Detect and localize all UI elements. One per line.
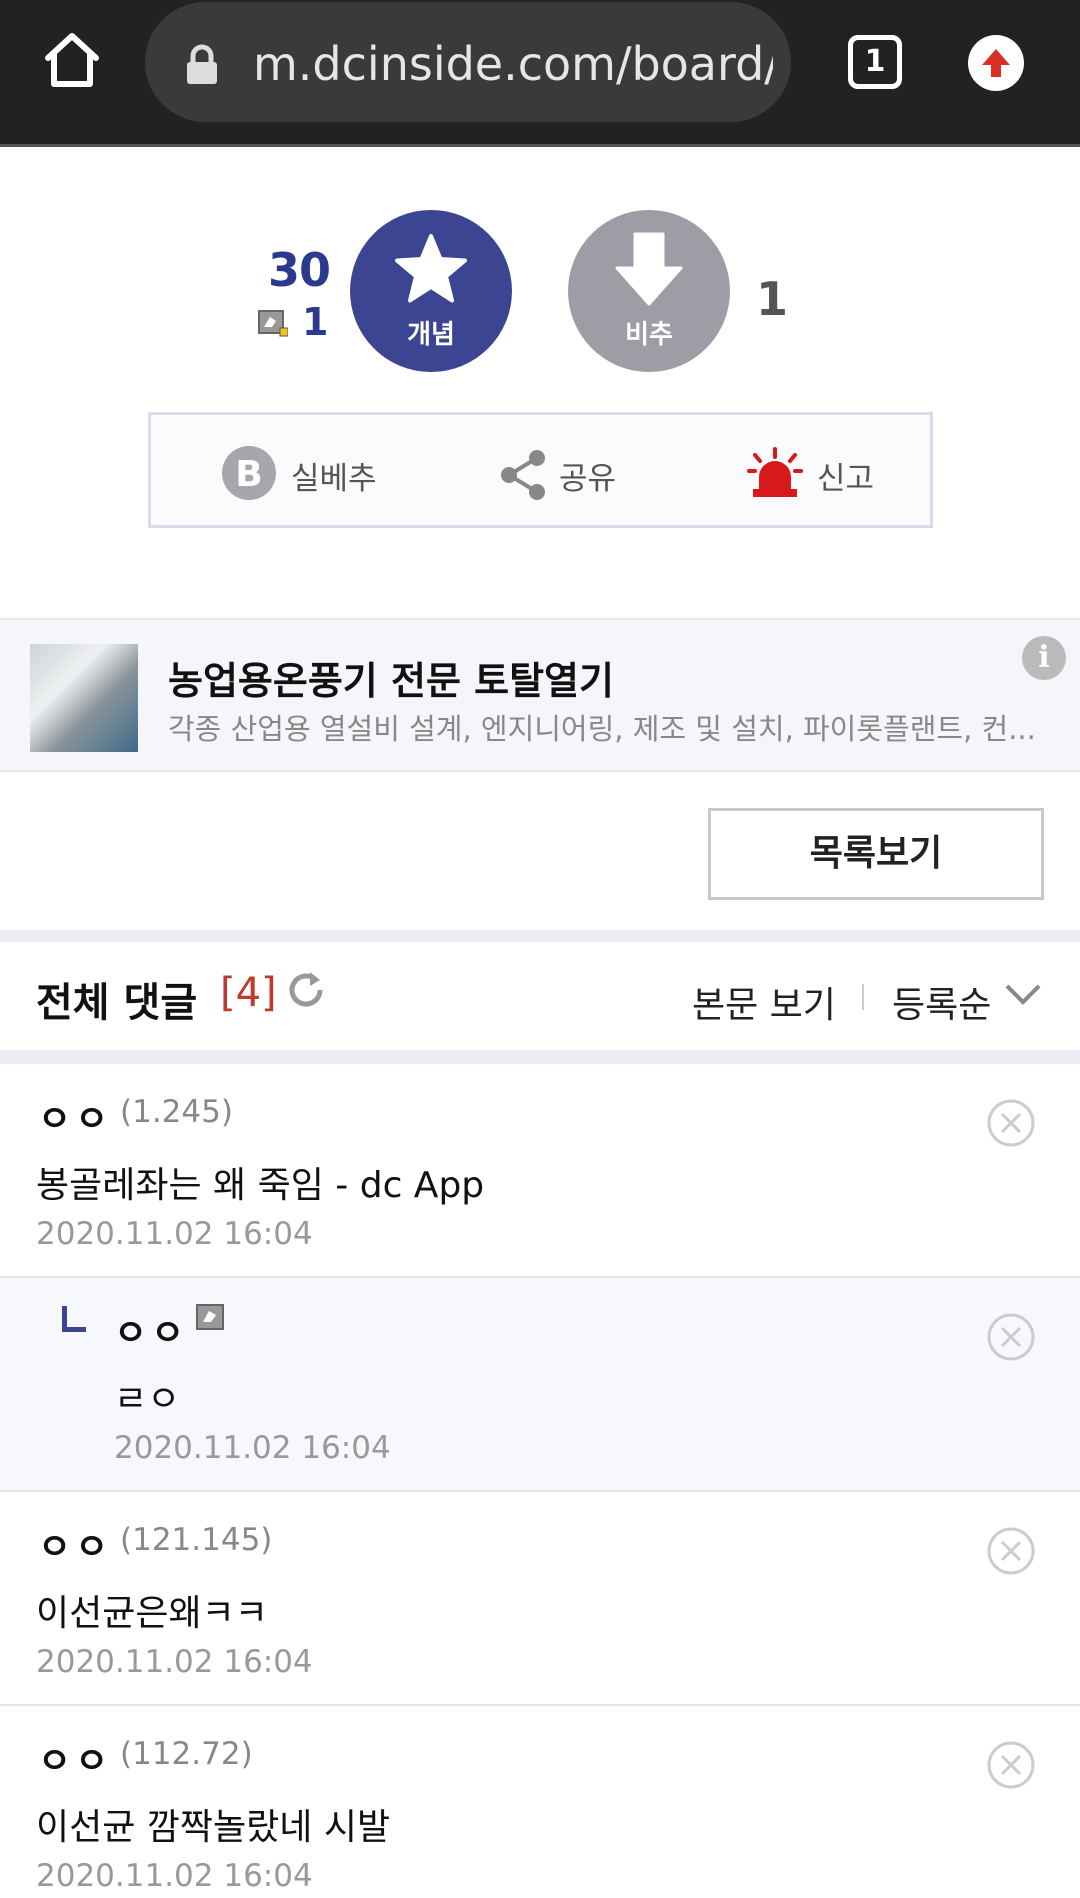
section-divider xyxy=(0,1050,1080,1064)
section-divider xyxy=(0,930,1080,942)
post-action-bar: B 실베추 공유 신고 xyxy=(148,412,933,528)
fixed-user-icon xyxy=(196,1304,226,1332)
comment-item: ㅇㅇ (112.72) 이선균 깜짝놀랐네 시발 2020.11.02 16:0… xyxy=(0,1706,1080,1898)
refresh-icon[interactable] xyxy=(284,968,328,1012)
best-recommend-button[interactable]: B 실베추 xyxy=(221,445,401,501)
recommend-button[interactable]: 개념 xyxy=(350,210,512,372)
url-text[interactable]: m.dcinside.com/board/l xyxy=(253,32,773,96)
report-label: 신고 xyxy=(817,461,875,497)
share-icon xyxy=(501,450,545,500)
comment-item: ㅇㅇ (1.245) 봉골레좌는 왜 죽임 - dc App 2020.11.0… xyxy=(0,1064,1080,1278)
best-recommend-label: 실베추 xyxy=(291,461,377,497)
fixed-user-icon xyxy=(258,310,289,338)
comment-ip: (1.245) xyxy=(120,1094,233,1130)
comment-date: 2020.11.02 16:04 xyxy=(36,1644,313,1680)
chevron-down-icon[interactable] xyxy=(1004,982,1042,1008)
home-icon[interactable] xyxy=(40,28,104,92)
comment-date: 2020.11.02 16:04 xyxy=(36,1216,313,1252)
fixed-recommend-number: 1 xyxy=(302,300,329,344)
header-separator xyxy=(862,984,864,1010)
nonrecommend-count: 1 xyxy=(756,272,789,326)
reply-indicator-icon xyxy=(62,1306,86,1332)
report-button[interactable]: 신고 xyxy=(747,445,887,501)
comment-date: 2020.11.02 16:04 xyxy=(36,1858,313,1894)
comment-text: 봉골레좌는 왜 죽임 - dc App xyxy=(36,1165,485,1206)
share-button[interactable]: 공유 xyxy=(499,445,639,501)
fixed-recommend-count: 1 xyxy=(258,300,328,344)
comments-count: [4] xyxy=(220,970,277,1016)
delete-icon[interactable] xyxy=(986,1312,1036,1362)
comment-date: 2020.11.02 16:04 xyxy=(114,1430,391,1466)
tab-switcher-button[interactable]: 1 xyxy=(848,35,902,89)
delete-icon[interactable] xyxy=(986,1526,1036,1576)
comment-text: 이선균 깜짝놀랐네 시발 xyxy=(36,1807,391,1848)
comment-item: ㅇㅇ (121.145) 이선균은왜ㅋㅋ 2020.11.02 16:04 xyxy=(0,1492,1080,1706)
browser-toolbar: m.dcinside.com/board/l 1 xyxy=(0,0,1080,147)
comment-nick[interactable]: ㅇㅇ xyxy=(38,1732,112,1784)
comment-text: 이선균은왜ㅋㅋ xyxy=(36,1593,268,1634)
ad-banner[interactable]: 농업용온풍기 전문 토탈열기 각종 산업용 열설비 설계, 엔지니어링, 제조 … xyxy=(0,618,1080,772)
comment-nick[interactable]: ㅇㅇ xyxy=(38,1090,112,1142)
star-icon xyxy=(393,232,469,308)
comment-nick[interactable]: ㅇㅇ xyxy=(38,1518,112,1570)
view-body-button[interactable]: 본문 보기 xyxy=(692,976,836,1028)
delete-icon[interactable] xyxy=(986,1740,1036,1790)
ad-title: 농업용온풍기 전문 토탈열기 xyxy=(168,659,614,703)
comment-text: ㄹㅇ xyxy=(114,1379,181,1420)
share-label: 공유 xyxy=(559,461,617,497)
siren-icon xyxy=(747,447,803,497)
list-view-button[interactable]: 목록보기 xyxy=(708,808,1044,900)
nonrecommend-button[interactable]: 비추 xyxy=(568,210,730,372)
arrow-down-icon xyxy=(611,232,687,308)
svg-text:B: B xyxy=(235,454,262,495)
comment-nick[interactable]: ㅇㅇ xyxy=(114,1304,188,1356)
recommend-label: 개념 xyxy=(407,320,455,350)
delete-icon[interactable] xyxy=(986,1098,1036,1148)
recommend-count: 30 xyxy=(268,243,331,297)
info-icon[interactable]: i xyxy=(1022,636,1066,680)
comment-ip: (121.145) xyxy=(120,1522,273,1558)
upload-icon[interactable] xyxy=(968,35,1024,91)
comment-ip: (112.72) xyxy=(120,1736,253,1772)
best-b-icon: B xyxy=(222,446,276,500)
sort-select[interactable]: 등록순 xyxy=(892,976,991,1028)
comments-title: 전체 댓글 xyxy=(36,980,198,1026)
lock-icon xyxy=(185,44,219,86)
ad-thumbnail xyxy=(30,644,138,752)
reply-comment-item: ㅇㅇ ㄹㅇ 2020.11.02 16:04 xyxy=(0,1278,1080,1492)
nonrecommend-label: 비추 xyxy=(625,320,673,350)
address-bar[interactable]: m.dcinside.com/board/l xyxy=(145,2,791,122)
ad-description: 각종 산업용 열설비 설계, 엔지니어링, 제조 및 설치, 파이롯플랜트, 컨… xyxy=(168,712,1036,746)
